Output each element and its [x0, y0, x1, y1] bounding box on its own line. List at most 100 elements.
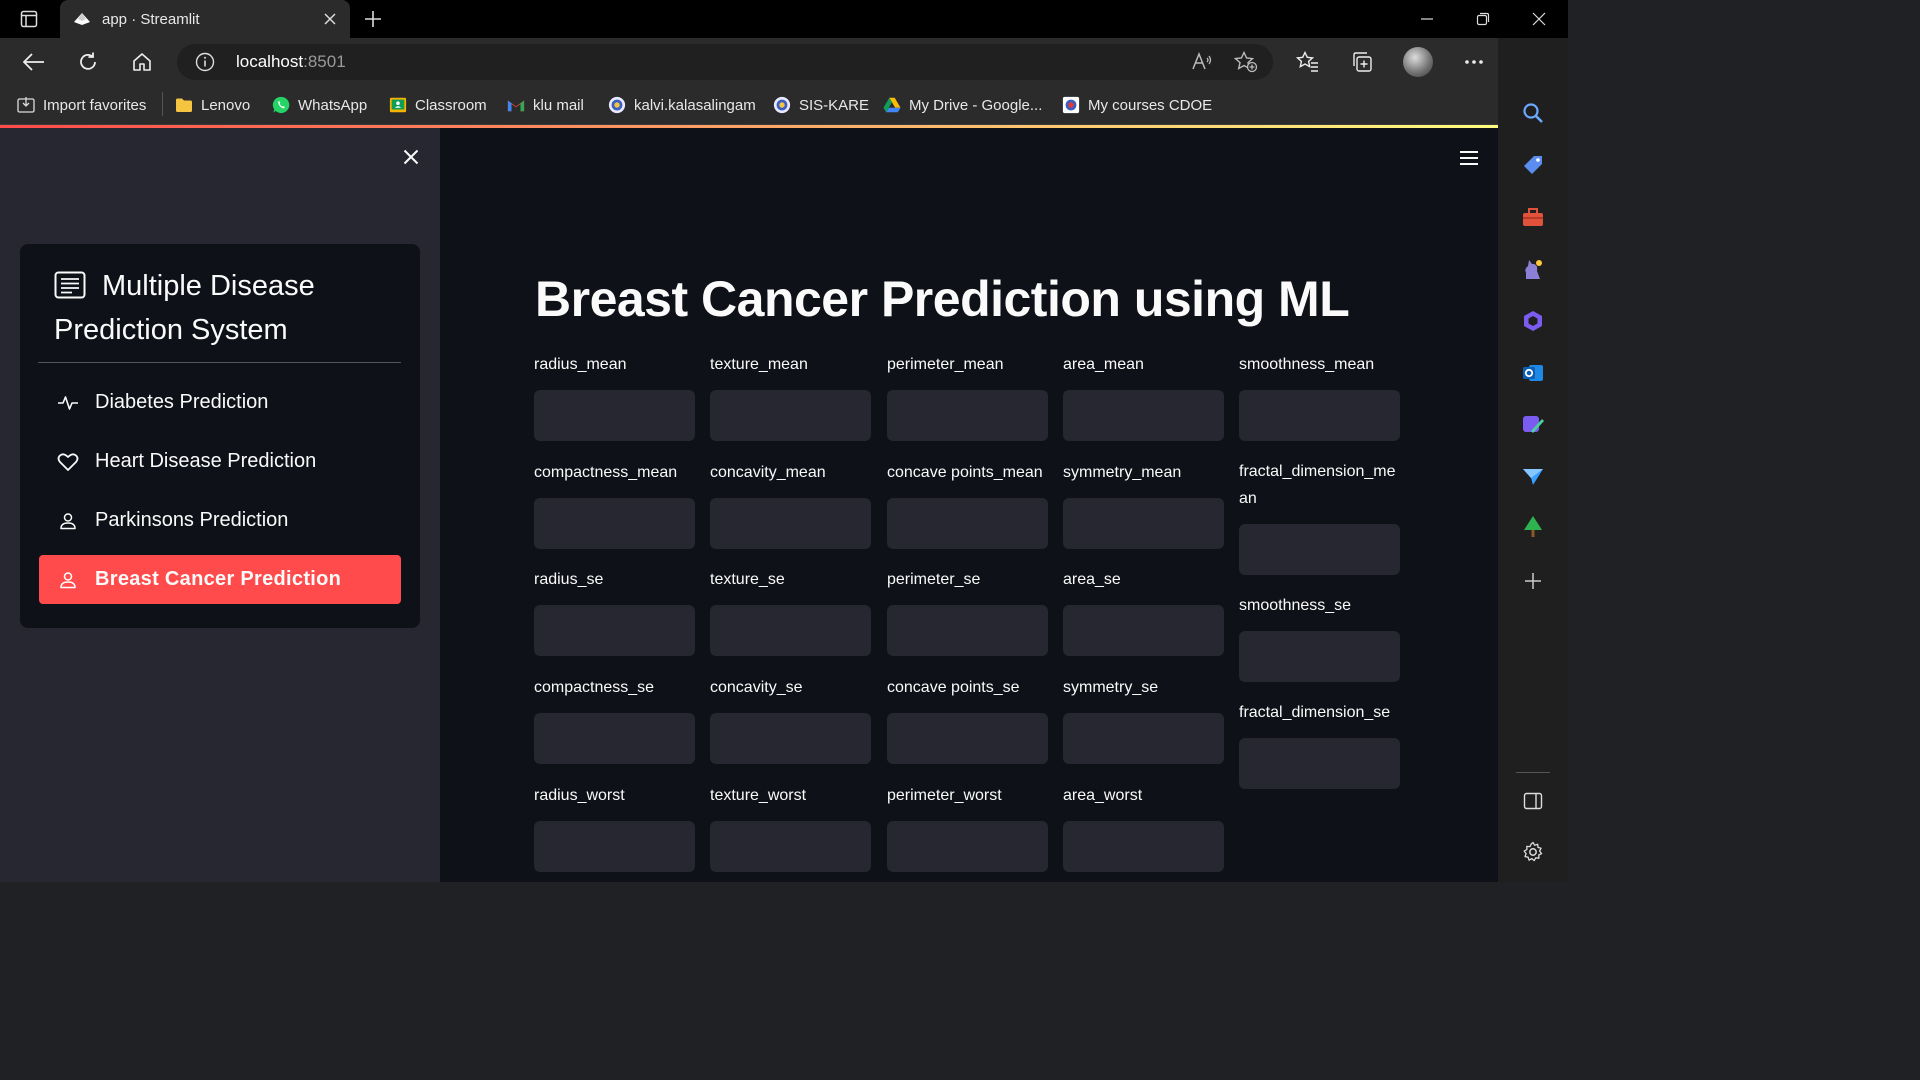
cdoe-icon — [1062, 96, 1080, 114]
tab-close-button[interactable] — [316, 5, 344, 33]
perimeter-mean-input[interactable] — [887, 390, 1048, 441]
tab-actions-button[interactable] — [8, 4, 50, 34]
field-perimeter-se: perimeter_se — [887, 566, 1048, 656]
streamlit-logo-icon — [72, 9, 92, 29]
plus-icon — [365, 11, 381, 27]
shopping-tag-icon[interactable] — [1520, 152, 1546, 178]
symmetry-mean-input[interactable] — [1063, 498, 1224, 549]
add-sidebar-app-icon[interactable] — [1520, 568, 1546, 594]
field-fractal-dimension-se: fractal_dimension_se — [1239, 699, 1400, 789]
site-info-icon[interactable] — [195, 52, 215, 72]
sidebar-close-button[interactable] — [398, 144, 424, 170]
outlook-icon[interactable] — [1520, 360, 1546, 386]
back-button[interactable] — [16, 44, 52, 80]
field-smoothness-mean: smoothness_mean — [1239, 351, 1400, 441]
favorites-button[interactable] — [1290, 44, 1326, 80]
restore-button[interactable] — [1455, 0, 1511, 38]
bookmark-sis-kare[interactable]: SIS-KARE — [773, 93, 869, 117]
bookmark-lenovo[interactable]: Lenovo — [175, 93, 250, 117]
browser-tab[interactable]: app · Streamlit — [60, 0, 350, 38]
field-perimeter-worst: perimeter_worst — [887, 782, 1048, 872]
tools-icon[interactable] — [1520, 204, 1546, 230]
games-icon[interactable] — [1520, 256, 1546, 282]
gear-icon[interactable] — [1520, 839, 1546, 865]
search-icon[interactable] — [1520, 100, 1546, 126]
perimeter-worst-input[interactable] — [887, 821, 1048, 872]
activity-icon — [57, 392, 79, 414]
field-label: concave points_mean — [887, 464, 1043, 481]
add-favorite-icon[interactable] — [1234, 50, 1258, 74]
symmetry-se-input[interactable] — [1063, 713, 1224, 764]
bookmark-label: My Drive - Google... — [909, 96, 1043, 114]
read-aloud-icon[interactable] — [1190, 50, 1214, 74]
radius-se-input[interactable] — [534, 605, 695, 656]
compactness-se-input[interactable] — [534, 713, 695, 764]
field-concavity-mean: concavity_mean — [710, 459, 871, 549]
radius-mean-input[interactable] — [534, 390, 695, 441]
tree-icon[interactable] — [1520, 514, 1546, 540]
kalasalingam-icon — [773, 96, 791, 114]
fractal-dimension-mean-input[interactable] — [1239, 524, 1400, 575]
settings-more-button[interactable] — [1456, 44, 1492, 80]
texture-se-input[interactable] — [710, 605, 871, 656]
field-label: texture_mean — [710, 356, 808, 373]
texture-mean-input[interactable] — [710, 390, 871, 441]
field-label: area_worst — [1063, 787, 1143, 804]
bookmark-kalvi-kalasalingam[interactable]: kalvi.kalasalingam — [608, 93, 756, 117]
bookmark-label: SIS-KARE — [799, 96, 870, 114]
nav-item-label: Breast Cancer Prediction — [95, 568, 342, 590]
field-label: symmetry_mean — [1063, 464, 1182, 481]
hide-sidebar-icon[interactable] — [1520, 788, 1546, 814]
nav-item-heart-disease-prediction[interactable]: Heart Disease Prediction — [39, 437, 401, 486]
smoothness-se-input[interactable] — [1239, 631, 1400, 682]
field-area-worst: area_worst — [1063, 782, 1224, 872]
radius-worst-input[interactable] — [534, 821, 695, 872]
minimize-icon — [1421, 18, 1433, 20]
bookmark-classroom[interactable]: Classroom — [389, 93, 487, 117]
field-label: concave points_se — [887, 679, 1020, 696]
area-worst-input[interactable] — [1063, 821, 1224, 872]
field-label: area_mean — [1063, 356, 1144, 373]
refresh-button[interactable] — [70, 44, 106, 80]
smoothness-mean-input[interactable] — [1239, 390, 1400, 441]
menu-title-text: Multiple Disease Prediction System — [54, 270, 315, 346]
home-button[interactable] — [124, 44, 160, 80]
perimeter-se-input[interactable] — [887, 605, 1048, 656]
bookmark-klu-mail[interactable]: klu mail — [507, 93, 584, 117]
texture-worst-input[interactable] — [710, 821, 871, 872]
collections-button[interactable] — [1344, 44, 1380, 80]
new-tab-button[interactable] — [358, 4, 388, 34]
send-icon[interactable] — [1520, 464, 1546, 490]
fractal-dimension-se-input[interactable] — [1239, 738, 1400, 789]
main-menu-button[interactable] — [1456, 146, 1482, 170]
favorites-icon — [1296, 51, 1318, 72]
bookmark-my-courses-cdoe[interactable]: My courses CDOE — [1062, 93, 1212, 117]
area-mean-input[interactable] — [1063, 390, 1224, 441]
designer-icon[interactable] — [1520, 412, 1546, 438]
bookmark-import-favorites[interactable]: Import favorites — [17, 93, 146, 117]
bookmark-whatsapp[interactable]: WhatsApp — [272, 93, 367, 117]
close-icon — [403, 149, 419, 165]
minimize-button[interactable] — [1399, 0, 1455, 38]
close-window-button[interactable] — [1511, 0, 1567, 38]
concave-points-mean-input[interactable] — [887, 498, 1048, 549]
compactness-mean-input[interactable] — [534, 498, 695, 549]
field-concave-points-se: concave points_se — [887, 674, 1048, 764]
address-bar[interactable]: localhost:8501 — [177, 44, 1273, 80]
concavity-se-input[interactable] — [710, 713, 871, 764]
microsoft-365-icon[interactable] — [1520, 308, 1546, 334]
concavity-mean-input[interactable] — [710, 498, 871, 549]
field-concavity-se: concavity_se — [710, 674, 871, 764]
profile-avatar[interactable] — [1403, 47, 1433, 77]
close-icon — [324, 13, 336, 25]
collections-icon — [1353, 52, 1372, 72]
nav-item-label: Diabetes Prediction — [95, 391, 269, 413]
bookmark-my-drive[interactable]: My Drive - Google... — [883, 93, 1042, 117]
concave-points-se-input[interactable] — [887, 713, 1048, 764]
nav-item-diabetes-prediction[interactable]: Diabetes Prediction — [39, 378, 401, 427]
area-se-input[interactable] — [1063, 605, 1224, 656]
field-area-se: area_se — [1063, 566, 1224, 656]
nav-item-breast-cancer-prediction[interactable]: Breast Cancer Prediction — [39, 555, 401, 604]
nav-item-parkinsons-prediction[interactable]: Parkinsons Prediction — [39, 496, 401, 545]
bookmark-label: klu mail — [533, 96, 584, 114]
